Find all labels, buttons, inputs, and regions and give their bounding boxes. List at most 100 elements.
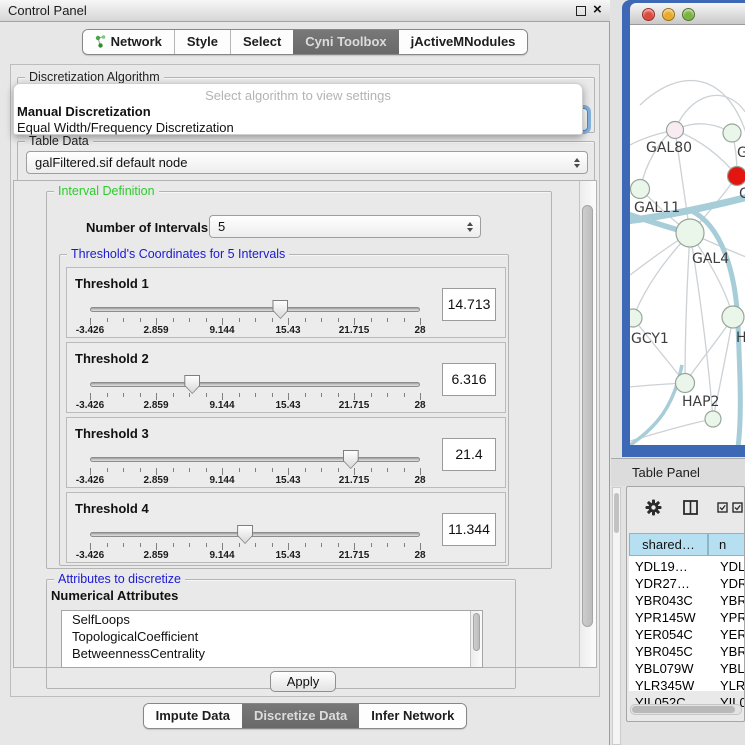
table-cell[interactable]: YBR043C [635,593,693,608]
table-cell[interactable]: YDL19… [635,559,688,574]
threshold-value-field[interactable]: 21.4 [442,438,496,471]
slider-track[interactable] [90,457,420,462]
slider-tick [404,393,405,397]
float-window-icon[interactable] [576,6,586,16]
node-hap2[interactable] [676,374,695,393]
table-cell[interactable]: YPR1 [720,610,745,625]
slider-tick [354,468,355,475]
tab-network[interactable]: Network [83,30,174,54]
slider-thumb[interactable] [237,525,253,544]
combo-stepper-icon[interactable] [467,216,473,237]
table-cell[interactable]: YBR0 [720,644,745,659]
node-gal4[interactable] [676,219,704,247]
slider-tick-label: 28 [414,400,425,411]
attribute-item[interactable]: TopologicalCoefficient [62,628,482,645]
network-canvas[interactable]: GAL80GCGAL11GAL4GCY1HHAP2 [630,25,745,445]
table-data-combobox[interactable]: galFiltered.sif default node [26,151,588,174]
tab-impute-data[interactable]: Impute Data [144,704,242,728]
table-panel-scrollbar[interactable] [612,487,621,745]
slider-thumb[interactable] [184,375,200,394]
table-cell[interactable]: YPR145W [635,610,696,625]
right-region: GAL80GCGAL11GAL4GCY1HHAP2 Table Panel [611,0,745,745]
threshold-value-field[interactable]: 11.344 [442,513,496,546]
slider-track[interactable] [90,307,420,312]
node-label: H [736,330,745,346]
split-columns-icon[interactable] [683,500,698,515]
node-bottom-edge[interactable] [705,411,721,427]
table-cell[interactable]: YER0 [720,627,745,642]
slider-tick [371,543,372,547]
table-cell[interactable]: YBL079W [635,661,694,676]
slider-thumb[interactable] [343,450,359,469]
vertical-scrollbar[interactable] [579,181,596,667]
slider-tick [305,393,306,397]
table-cell[interactable]: YLR3 [720,678,745,693]
network-window-titlebar[interactable] [630,3,745,25]
slider-tick [371,393,372,397]
table-cell[interactable]: YLR345W [635,678,694,693]
slider-tick [222,393,223,400]
threshold-value-field[interactable]: 14.713 [442,288,496,321]
table-horizontal-scrollbar[interactable] [630,704,742,715]
slider-tick [255,468,256,472]
tab-style[interactable]: Style [174,30,230,54]
algorithm-hint-option: Select algorithm to view settings [14,84,582,103]
tab-discretize-data[interactable]: Discretize Data [242,704,359,728]
slider-tick [90,393,91,400]
gear-icon[interactable] [645,499,662,516]
network-edge [685,233,690,383]
tab-select[interactable]: Select [230,30,293,54]
node-pink[interactable] [667,122,684,139]
checkbox-icon[interactable] [717,502,728,513]
close-icon[interactable]: × [593,1,602,18]
node-red[interactable] [728,167,745,186]
tab-infer-network[interactable]: Infer Network [359,704,466,728]
table-panel-scrollbar-thumb[interactable] [614,493,619,533]
slider-track[interactable] [90,532,420,537]
table-cell[interactable]: YDR27… [635,576,690,591]
close-traffic-light-icon[interactable] [642,8,655,21]
node-right-h[interactable] [722,306,744,328]
threshold-value-field[interactable]: 6.316 [442,363,496,396]
numerical-attributes-list[interactable]: SelfLoopsTopologicalCoefficientBetweenne… [61,610,483,668]
tab-jactivemnodules[interactable]: jActiveMNodules [399,30,528,54]
table-cell[interactable]: YDR2 [720,576,745,591]
option-manual-discretization[interactable]: Manual Discretization [14,103,582,119]
slider-thumb[interactable] [272,300,288,319]
column-header[interactable]: shared… [629,533,708,556]
table-cell[interactable]: YDL1 [720,559,745,574]
list-scrollbar-thumb[interactable] [473,613,480,651]
table-cell[interactable]: YER054C [635,627,693,642]
table-cell[interactable]: YBR0 [720,593,745,608]
node-gal11[interactable] [631,180,650,199]
slider-tick [140,468,141,472]
slider-tick [387,393,388,397]
table-hscrollbar-thumb[interactable] [632,706,735,713]
combo-stepper-icon[interactable] [574,152,580,173]
checkbox-icon[interactable] [732,502,743,513]
table-cell[interactable]: YBL0 [720,661,745,676]
attribute-item[interactable]: BetweennessCentrality [62,645,482,662]
node-gcy1[interactable] [630,309,642,327]
table-cell[interactable]: YBR045C [635,644,693,659]
slider-tick-label: 15.43 [275,475,300,486]
zoom-traffic-light-icon[interactable] [682,8,695,21]
node-green-top[interactable] [723,124,741,142]
slider-tick [107,543,108,547]
num-intervals-combobox[interactable]: 5 [209,215,481,238]
minimize-traffic-light-icon[interactable] [662,8,675,21]
slider-tick [123,543,124,547]
option-equal-width-frequency[interactable]: Equal Width/Frequency Discretization [14,119,582,135]
list-scrollbar[interactable] [470,611,482,667]
table-panel-header: Table Panel [611,458,745,486]
tab-cyni-toolbox[interactable]: Cyni Toolbox [293,30,398,54]
scrollbar-thumb[interactable] [582,205,593,627]
slider-tick [387,468,388,472]
slider-track[interactable] [90,382,420,387]
slider-tick [305,543,306,547]
apply-button[interactable]: Apply [270,671,336,692]
slider-tick [173,543,174,547]
slider-tick [387,543,388,547]
attribute-item[interactable]: SelfLoops [62,611,482,628]
column-header[interactable]: n [708,533,745,556]
